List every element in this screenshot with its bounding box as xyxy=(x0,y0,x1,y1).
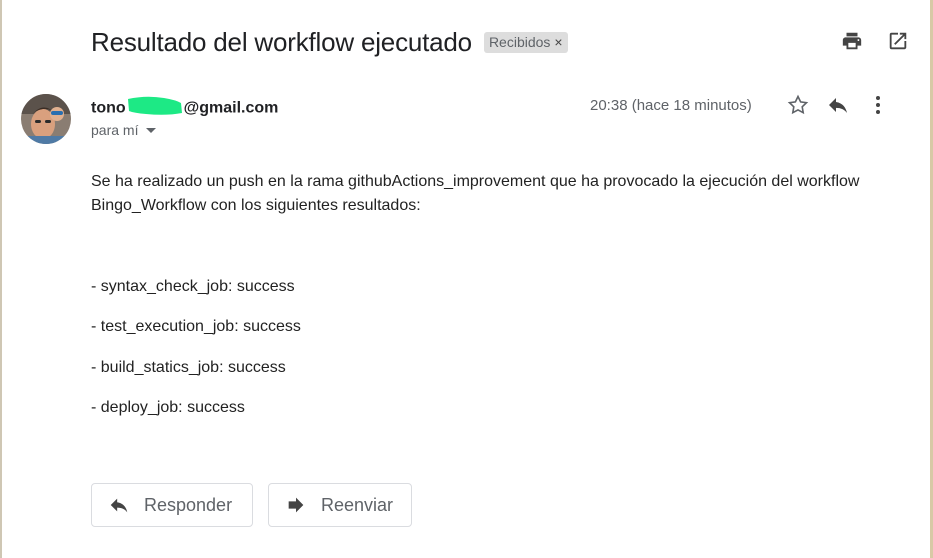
result-item: - build_statics_job: success xyxy=(91,358,286,376)
more-vert-icon[interactable] xyxy=(865,92,891,118)
star-icon[interactable] xyxy=(785,92,811,118)
sender-email-prefix: tono xyxy=(91,99,126,117)
print-icon[interactable] xyxy=(839,28,865,54)
label-text: Recibidos xyxy=(488,34,551,50)
redaction-marker xyxy=(126,95,184,122)
top-actions xyxy=(839,28,911,54)
window-border-left xyxy=(0,0,2,558)
reply-button-label: Responder xyxy=(144,494,233,515)
email-subject: Resultado del workflow ejecutado xyxy=(91,26,472,57)
message-timestamp: 20:38 (hace 18 minutos) xyxy=(590,97,752,114)
result-item: - syntax_check_job: success xyxy=(91,278,295,295)
reply-actions: Responder Reenviar xyxy=(91,483,412,527)
sender-avatar[interactable] xyxy=(21,94,71,144)
email-body: Se ha realizado un push en la rama githu… xyxy=(91,170,891,218)
result-item: - test_execution_job: success xyxy=(91,318,301,336)
recipient-row[interactable]: para mí xyxy=(91,122,157,138)
chevron-down-icon[interactable] xyxy=(146,127,157,133)
open-in-new-window-icon[interactable] xyxy=(885,28,911,54)
reply-icon xyxy=(108,494,130,516)
forward-button-label: Reenviar xyxy=(321,494,394,515)
subject-row: Resultado del workflow ejecutado Recibid… xyxy=(91,24,568,60)
reply-button[interactable]: Responder xyxy=(91,483,253,527)
message-actions xyxy=(785,92,891,118)
forward-icon xyxy=(285,494,307,516)
sender-email-suffix: @gmail.com xyxy=(183,99,279,117)
remove-label-icon[interactable]: × xyxy=(554,34,562,50)
inbox-label-chip[interactable]: Recibidos × xyxy=(483,31,568,53)
reply-icon[interactable] xyxy=(825,92,851,118)
result-item: - deploy_job: success xyxy=(91,398,245,416)
body-intro: Se ha realizado un push en la rama githu… xyxy=(91,173,860,214)
forward-button[interactable]: Reenviar xyxy=(268,483,412,527)
results-list: - syntax_check_job: success - test_execu… xyxy=(91,276,301,437)
sender-email[interactable]: tono @gmail.com xyxy=(91,95,278,122)
recipient-label: para mí xyxy=(91,122,139,138)
